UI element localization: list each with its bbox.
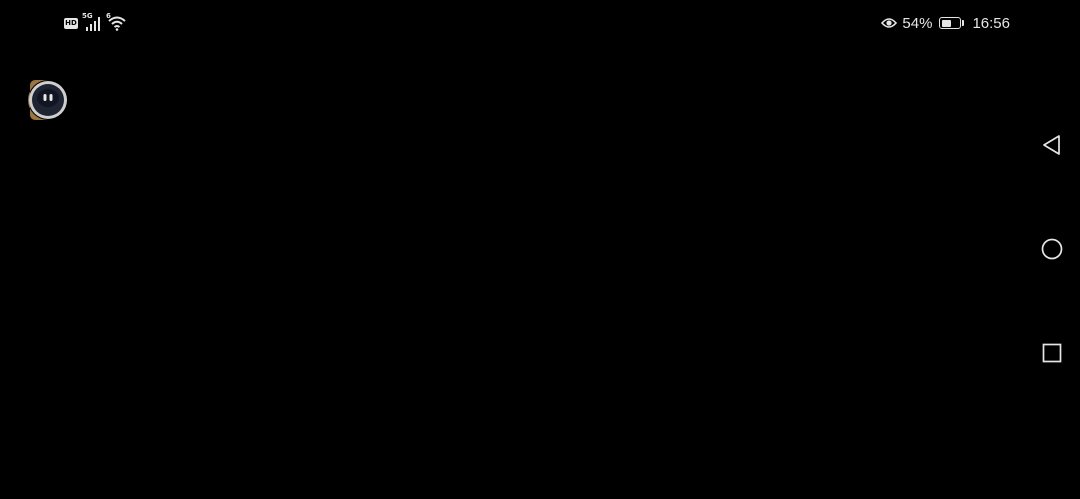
wifi-standard-label: 6	[106, 12, 111, 20]
circle-home-icon	[1041, 238, 1063, 260]
eye-comfort-icon	[881, 17, 898, 29]
cell-signal-icon: 5G	[82, 12, 102, 31]
battery-tip	[962, 20, 965, 26]
hd-icon: HD	[64, 17, 78, 29]
phone-screen: HD 5G 6 54% 16:56	[0, 0, 1080, 499]
status-bar-left: HD 5G 6	[64, 12, 128, 32]
battery-percent: 54%	[902, 14, 933, 32]
battery-icon	[939, 17, 962, 29]
clock-time: 16:56	[972, 14, 1010, 32]
recents-button[interactable]	[1032, 333, 1072, 373]
square-recents-icon	[1042, 343, 1062, 363]
wifi-icon: 6	[106, 12, 128, 31]
hd-label: HD	[65, 18, 77, 27]
back-button[interactable]	[1032, 125, 1072, 165]
battery-level-fill	[941, 19, 951, 27]
triangle-back-icon	[1043, 135, 1060, 155]
navigation-bar	[1024, 0, 1080, 499]
network-type-label: 5G	[82, 12, 93, 20]
assistant-bubble-icon[interactable]	[28, 79, 68, 121]
home-button[interactable]	[1032, 229, 1072, 269]
status-bar-right: 54% 16:56	[881, 12, 1010, 34]
